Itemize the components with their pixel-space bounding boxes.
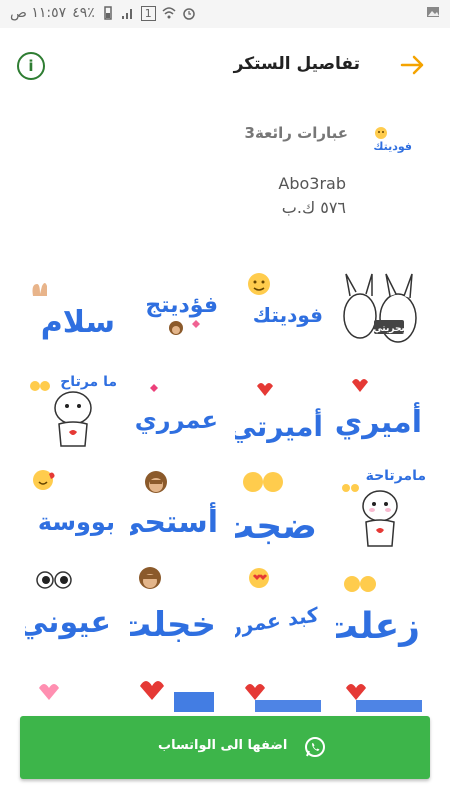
sticker-text: مامرتاحة bbox=[366, 468, 426, 484]
sticker-text: عمرري bbox=[135, 406, 218, 434]
sticker-item[interactable]: فوديتك bbox=[235, 266, 331, 362]
sticker-item[interactable]: ما مرتاح bbox=[25, 366, 121, 462]
sticker-item[interactable] bbox=[25, 666, 121, 712]
add-to-whatsapp-label: اضفها الى الواتساب bbox=[158, 738, 288, 753]
sticker-item[interactable]: زعلت bbox=[336, 566, 432, 662]
sticker-item[interactable]: أستحي bbox=[130, 466, 226, 562]
status-left: ١١:٥٧ ص ٤٩٪ 1 bbox=[10, 5, 196, 21]
pack-name: عبارات رائعة3 bbox=[244, 124, 348, 142]
image-icon bbox=[427, 7, 439, 17]
whatsapp-icon bbox=[305, 737, 325, 757]
sticker-grid: سلام فؤديتج فوديتك بحريتي ما مرتاح عمرري… bbox=[0, 252, 450, 712]
sticker-item[interactable]: كبد عمرري bbox=[235, 566, 331, 662]
status-time: ١١:٥٧ ص bbox=[10, 5, 67, 21]
sticker-item[interactable]: خجلت bbox=[130, 566, 226, 662]
sticker-text: كبد عمرري bbox=[235, 602, 321, 642]
sticker-item[interactable]: بووسة bbox=[25, 466, 121, 562]
add-to-whatsapp-button[interactable]: اضفها الى الواتساب bbox=[20, 716, 430, 779]
tray-icon: فوديتك bbox=[373, 127, 412, 153]
sticker-text: أستحي bbox=[130, 502, 218, 540]
sticker-item[interactable]: أميرتي bbox=[235, 366, 331, 462]
sticker-text: فؤديتج bbox=[145, 293, 218, 318]
battery-percent: ٤٩٪ bbox=[72, 5, 95, 21]
sticker-item[interactable] bbox=[235, 666, 331, 712]
sticker-item[interactable]: أميري bbox=[336, 366, 432, 462]
info-icon: i bbox=[28, 57, 34, 75]
sticker-item[interactable]: سلام bbox=[25, 266, 121, 362]
sticker-item[interactable]: ضجت bbox=[235, 466, 331, 562]
sticker-item[interactable] bbox=[336, 666, 432, 712]
sticker-text: ضجت bbox=[235, 506, 317, 547]
sticker-text: زعلت bbox=[336, 606, 420, 647]
sticker-text: سلام bbox=[41, 305, 115, 340]
pack-author: Abo3rab bbox=[278, 174, 346, 193]
sticker-text: ما مرتاح bbox=[60, 374, 117, 390]
app-header: i تفاصيل الستكر bbox=[0, 28, 450, 100]
signal-icon bbox=[121, 9, 132, 19]
alarm-icon bbox=[183, 8, 195, 20]
sticker-text: عيوني bbox=[25, 605, 111, 640]
sticker-text: أميرتي bbox=[235, 408, 323, 443]
sticker-text: أميري bbox=[336, 402, 422, 440]
status-bar: ١١:٥٧ ص ٤٩٪ 1 bbox=[0, 0, 450, 28]
wifi-icon bbox=[162, 7, 176, 19]
battery-icon bbox=[104, 6, 112, 20]
sticker-item[interactable]: فؤديتج bbox=[130, 266, 226, 362]
sticker-item[interactable]: عيوني bbox=[25, 566, 121, 662]
tray-label: فوديتك bbox=[373, 140, 412, 153]
sticker-item[interactable]: بحريتي bbox=[336, 266, 432, 362]
sticker-text: فوديتك bbox=[253, 303, 323, 327]
page-title: تفاصيل الستكر bbox=[233, 54, 360, 74]
back-arrow-icon[interactable] bbox=[400, 52, 426, 78]
status-right bbox=[426, 5, 440, 23]
sticker-text: خجلت bbox=[130, 605, 216, 645]
notification-badge: 1 bbox=[140, 5, 156, 21]
sticker-item[interactable]: مامرتاحة bbox=[336, 466, 432, 562]
pack-size: ٥٧٦ ك.ب bbox=[281, 198, 346, 217]
sticker-item[interactable] bbox=[130, 666, 226, 712]
info-button[interactable]: i bbox=[17, 52, 45, 80]
sticker-item[interactable]: عمرري bbox=[130, 366, 226, 462]
sticker-text: بووسة bbox=[38, 508, 115, 536]
sticker-text: بحريتي bbox=[373, 324, 405, 334]
